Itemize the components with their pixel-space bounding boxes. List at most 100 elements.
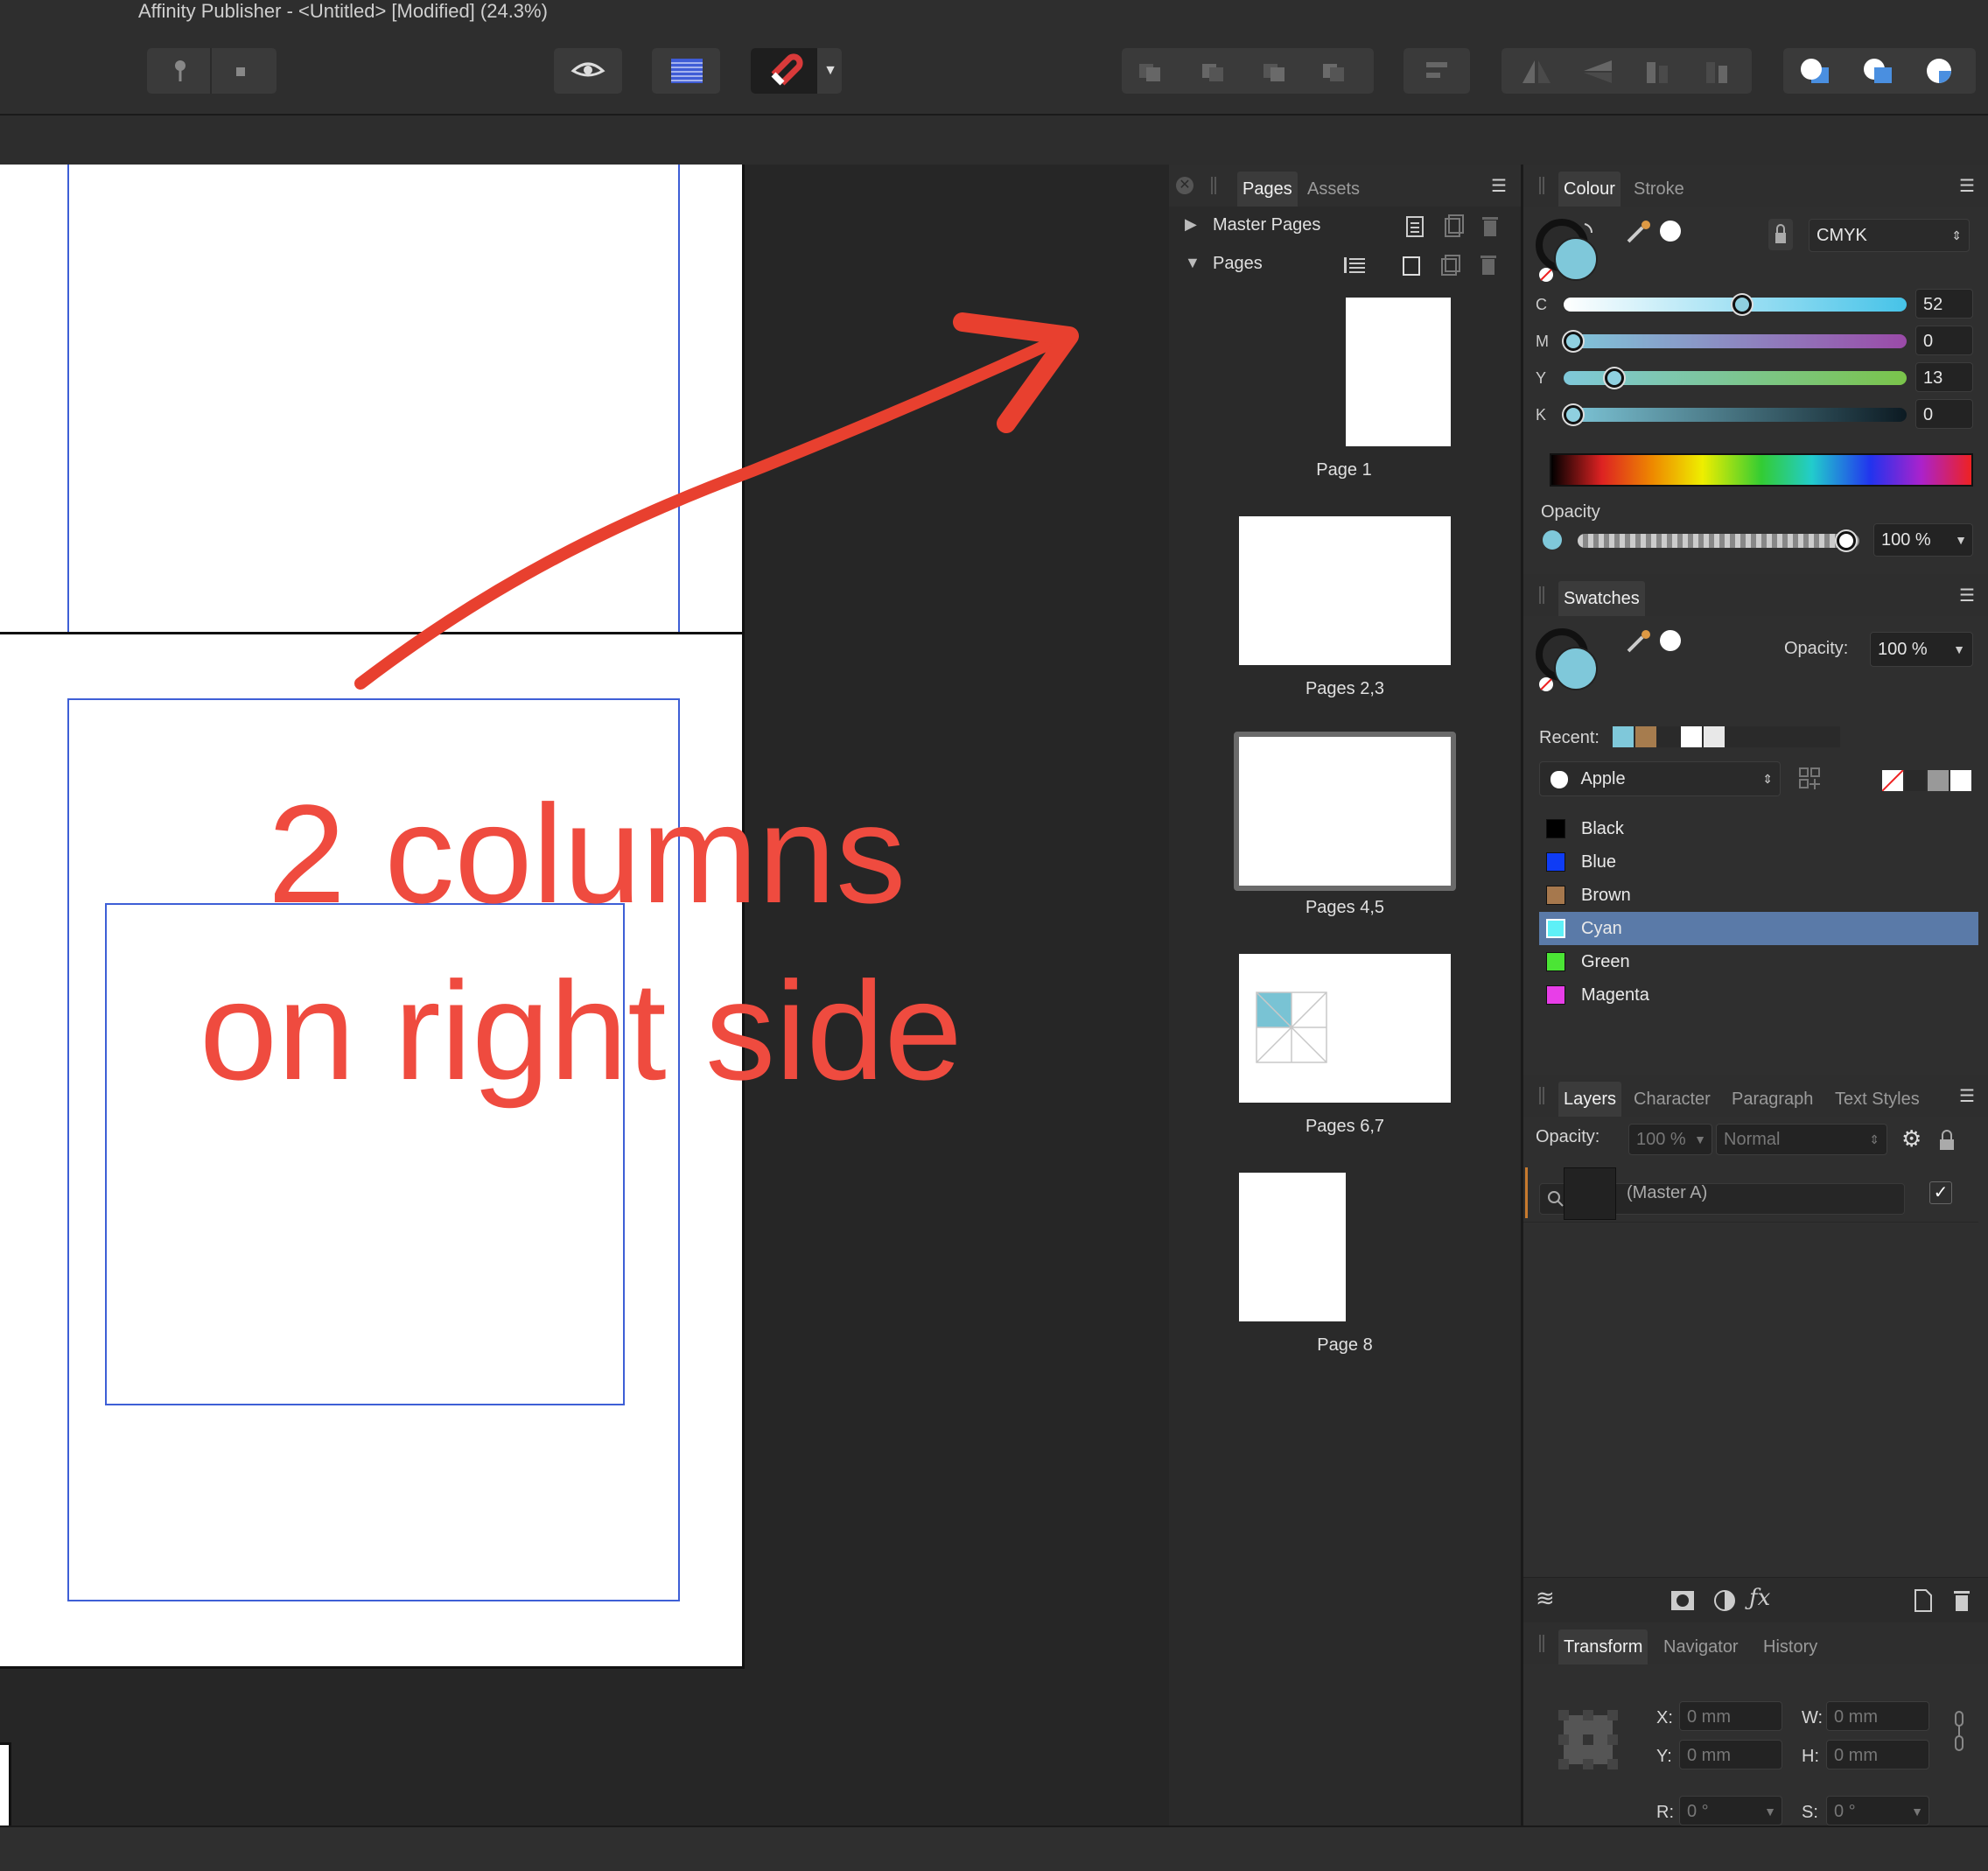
recent-swatch[interactable] xyxy=(1635,726,1656,747)
layer-visibility-checkbox[interactable]: ✓ xyxy=(1929,1181,1952,1204)
dropdown-arrow-icon[interactable]: ▼ xyxy=(1955,524,1967,556)
dropdown-arrow-icon[interactable]: ▼ xyxy=(1764,1797,1776,1826)
page-thumbnail[interactable] xyxy=(1239,516,1451,665)
dropdown-arrow-icon[interactable]: ▼ xyxy=(1694,1125,1706,1154)
magnet-icon[interactable] xyxy=(751,48,817,94)
swatch-item-cyan[interactable]: Cyan xyxy=(1539,912,1978,945)
rotate-left-icon[interactable] xyxy=(1642,59,1676,89)
swatch-item-blue[interactable]: Blue xyxy=(1539,845,1978,879)
layers-stack-icon[interactable]: ≋ xyxy=(1536,1587,1555,1609)
disclosure-right-icon[interactable]: ▶ xyxy=(1185,215,1197,234)
page-thumbnail[interactable] xyxy=(1239,954,1451,1103)
rotate-right-icon[interactable] xyxy=(1701,59,1736,89)
black-slider[interactable] xyxy=(1564,408,1907,422)
panel-menu-icon[interactable]: ☰ xyxy=(1959,585,1975,606)
boolean-add-icon[interactable] xyxy=(1797,55,1836,91)
page-thumbnail-selected[interactable] xyxy=(1234,732,1456,891)
grey-swatch[interactable] xyxy=(1928,770,1949,791)
snapping-dropdown-icon[interactable]: ▼ xyxy=(819,48,842,94)
preview-button[interactable] xyxy=(554,48,622,94)
document-canvas[interactable]: 2 columns on right side xyxy=(0,165,1169,1825)
picked-colour-swatch[interactable] xyxy=(1660,630,1681,651)
add-swatch-icon[interactable] xyxy=(1798,767,1826,797)
page-thumbnail[interactable] xyxy=(1239,1173,1346,1321)
swatch-item-magenta[interactable]: Magenta xyxy=(1539,978,1978,1012)
panel-grip-icon[interactable] xyxy=(1539,586,1544,604)
add-layer-icon[interactable] xyxy=(1914,1588,1933,1617)
baseline-grid-button[interactable] xyxy=(652,48,720,94)
yellow-value[interactable]: 13 xyxy=(1915,362,1973,392)
boolean-subtract-icon[interactable] xyxy=(1860,55,1899,91)
tab-pages[interactable]: Pages xyxy=(1237,172,1298,207)
panel-menu-icon[interactable]: ☰ xyxy=(1959,175,1975,197)
recent-swatch[interactable] xyxy=(1613,726,1634,747)
arrange-front-icon[interactable] xyxy=(1320,60,1351,83)
layer-opacity-value[interactable]: 100 % ▼ xyxy=(1628,1124,1712,1155)
recent-swatch[interactable] xyxy=(1658,726,1679,747)
fill-stroke-selector[interactable] xyxy=(1536,627,1609,697)
dropdown-arrow-icon[interactable]: ▼ xyxy=(1953,633,1965,666)
tab-navigator[interactable]: Navigator xyxy=(1658,1629,1744,1664)
panel-menu-icon[interactable]: ☰ xyxy=(1959,1085,1975,1107)
eyedropper-icon[interactable] xyxy=(1625,219,1655,249)
yellow-slider-knob[interactable] xyxy=(1605,368,1624,388)
black-swatch[interactable] xyxy=(1905,770,1926,791)
swatch-item-black[interactable]: Black xyxy=(1539,812,1978,845)
s-input[interactable]: 0 ° ▼ xyxy=(1826,1796,1929,1825)
blend-mode-select[interactable]: Normal ⇕ xyxy=(1716,1124,1887,1155)
master-page-icon[interactable] xyxy=(1406,216,1424,237)
page-options-icon[interactable] xyxy=(1344,257,1365,273)
cyan-value[interactable]: 52 xyxy=(1915,289,1973,319)
black-value[interactable]: 0 xyxy=(1915,399,1973,429)
palette-select[interactable]: Apple ⇕ xyxy=(1539,761,1781,796)
anchor-point-icon[interactable] xyxy=(1553,1705,1623,1779)
page-thumbnail[interactable] xyxy=(1346,298,1451,446)
trash-icon[interactable] xyxy=(1482,217,1498,236)
duplicate-icon[interactable] xyxy=(1445,214,1464,237)
arrange-back-icon[interactable] xyxy=(1136,60,1167,83)
add-page-icon[interactable] xyxy=(1403,256,1420,276)
square-dot-icon[interactable] xyxy=(214,48,276,94)
recent-swatch[interactable] xyxy=(1704,726,1725,747)
arrange-backward-icon[interactable] xyxy=(1199,60,1230,83)
swatch-item-brown[interactable]: Brown xyxy=(1539,879,1978,912)
align-button[interactable] xyxy=(1404,48,1470,94)
fill-stroke-selector[interactable] xyxy=(1536,217,1609,287)
pin-icon[interactable] xyxy=(147,48,210,94)
link-icon[interactable] xyxy=(1952,1710,1966,1758)
picked-colour-swatch[interactable] xyxy=(1660,221,1681,242)
panel-grip-icon[interactable] xyxy=(1539,1635,1544,1652)
tab-assets[interactable]: Assets xyxy=(1302,172,1365,207)
fx-icon[interactable]: ƒx xyxy=(1749,1585,1770,1611)
h-input[interactable]: 0 mm xyxy=(1826,1740,1929,1769)
black-slider-knob[interactable] xyxy=(1564,405,1583,424)
dropdown-arrow-icon[interactable]: ▼ xyxy=(1911,1797,1923,1826)
opacity-slider-knob[interactable] xyxy=(1837,531,1856,550)
swatch-opacity-value[interactable]: 100 % ▼ xyxy=(1870,632,1973,667)
cyan-slider-knob[interactable] xyxy=(1732,295,1752,314)
magenta-slider-knob[interactable] xyxy=(1564,332,1583,351)
lock-icon[interactable] xyxy=(1768,219,1793,250)
flip-horizontal-icon[interactable] xyxy=(1519,59,1554,89)
layer-row[interactable]: (Master A) ✓ xyxy=(1523,1164,1978,1223)
tab-layers[interactable]: Layers xyxy=(1558,1082,1622,1117)
arrange-forward-icon[interactable] xyxy=(1260,60,1292,83)
lock-icon[interactable] xyxy=(1938,1129,1956,1156)
gear-icon[interactable]: ⚙ xyxy=(1901,1127,1922,1150)
mask-icon[interactable] xyxy=(1670,1588,1695,1617)
tab-colour[interactable]: Colour xyxy=(1558,172,1620,207)
white-swatch[interactable] xyxy=(1950,770,1971,791)
flip-vertical-icon[interactable] xyxy=(1580,59,1615,89)
x-input[interactable]: 0 mm xyxy=(1679,1701,1782,1731)
w-input[interactable]: 0 mm xyxy=(1826,1701,1929,1731)
pages-row[interactable]: ▼ Pages xyxy=(1169,245,1510,284)
recent-swatch[interactable] xyxy=(1681,726,1702,747)
tab-paragraph[interactable]: Paragraph xyxy=(1726,1082,1818,1117)
colour-spectrum[interactable] xyxy=(1550,453,1973,487)
magenta-value[interactable]: 0 xyxy=(1915,326,1973,355)
tab-transform[interactable]: Transform xyxy=(1558,1629,1648,1664)
opacity-value[interactable]: 100 % ▼ xyxy=(1873,523,1973,557)
eyedropper-icon[interactable] xyxy=(1625,628,1655,659)
no-colour-swatch[interactable] xyxy=(1881,769,1904,792)
adjustment-icon[interactable] xyxy=(1712,1588,1737,1617)
